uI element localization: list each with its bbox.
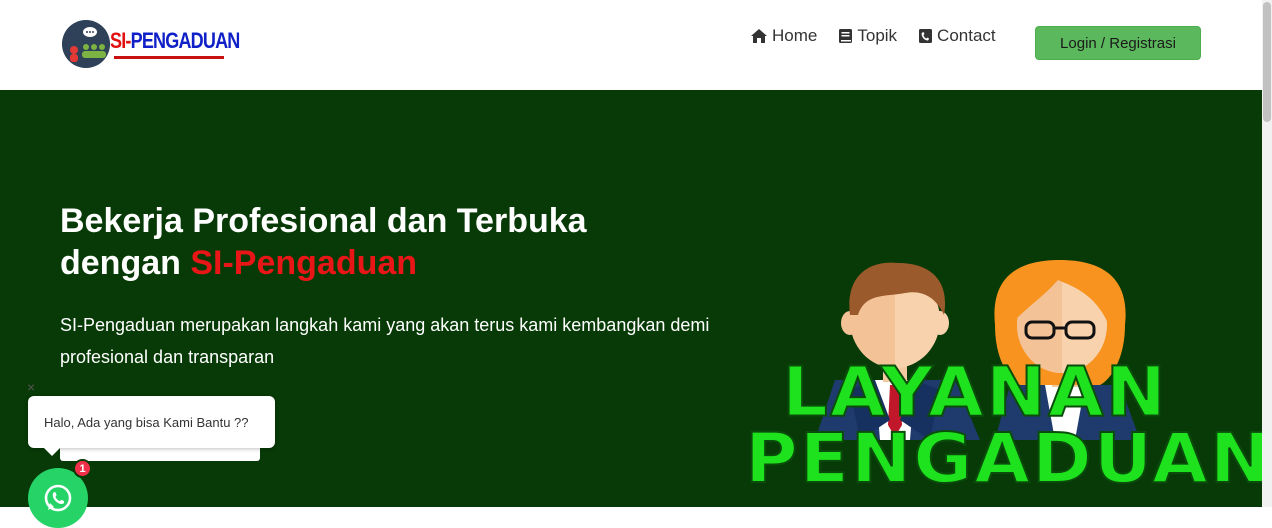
nav-home-label: Home (772, 26, 818, 45)
nav-topik-link[interactable]: Topik (838, 26, 897, 46)
chat-greeting-text: Halo, Ada yang bisa Kami Bantu ?? (44, 414, 249, 430)
logo-text-prefix: SI- (110, 28, 131, 53)
site-logo[interactable]: SI-PENGADUAN (62, 18, 240, 68)
nav-topik-label: Topik (857, 26, 898, 45)
contact-book-icon (919, 29, 933, 43)
book-icon (839, 29, 853, 43)
logo-emblem-icon (62, 20, 110, 68)
hero-description: SI-Pengaduan merupakan langkah kami yang… (60, 315, 710, 367)
logo-text: SI-PENGADUAN (110, 28, 241, 54)
logo-text-main: PENGADUAN (130, 28, 241, 53)
layanan-pengaduan-banner: LAYANAN PENGADUAN (744, 351, 1262, 499)
nav-home-link[interactable]: Home (750, 26, 817, 46)
chat-greeting-bubble[interactable]: Halo, Ada yang bisa Kami Bantu ?? (28, 396, 275, 456)
hero-title-line2: dengan SI-Pengaduan (60, 242, 700, 284)
hero-title-line1: Bekerja Profesional dan Terbuka (60, 202, 587, 240)
scrollbar-thumb[interactable] (1263, 2, 1271, 122)
top-navbar: SI-PENGADUAN Home Topik Contact Login / … (0, 0, 1262, 90)
whatsapp-icon (44, 484, 72, 512)
banner-line1: LAYANAN (781, 351, 1168, 432)
hero-title-prefix: dengan (60, 244, 191, 282)
nav-contact-link[interactable]: Contact (918, 26, 996, 46)
chat-popup-backing (60, 448, 260, 461)
logo-underline (114, 56, 224, 59)
nav-contact-label: Contact (937, 26, 996, 45)
hero-title: Bekerja Profesional dan Terbuka dengan S… (60, 200, 700, 284)
main-nav: Home Topik Contact (750, 26, 1017, 46)
chat-close-icon[interactable]: × (27, 379, 35, 395)
notification-badge: 1 (73, 459, 92, 478)
login-register-button[interactable]: Login / Registrasi (1035, 26, 1201, 60)
login-register-label: Login / Registrasi (1060, 34, 1176, 52)
banner-line2: PENGADUAN (744, 418, 1262, 499)
hero-title-accent: SI-Pengaduan (190, 244, 418, 282)
home-icon (751, 29, 767, 43)
